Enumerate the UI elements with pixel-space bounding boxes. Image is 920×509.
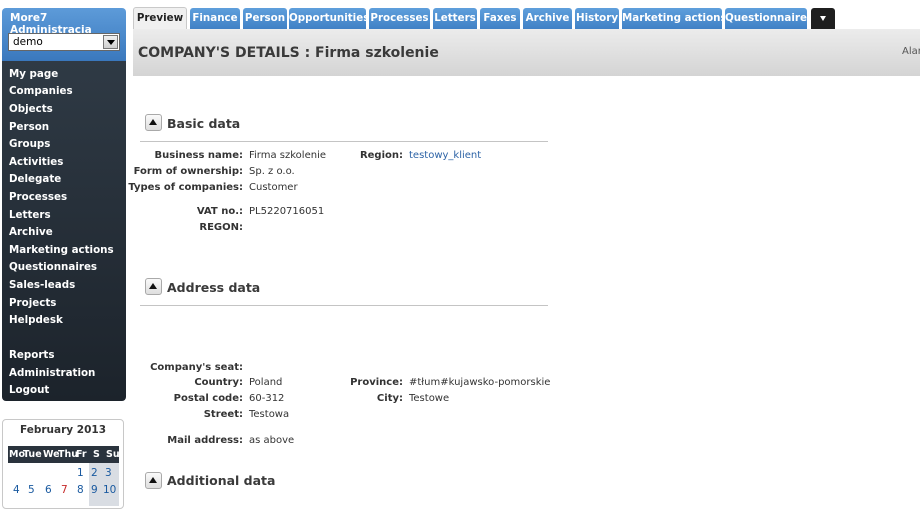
chevron-down-icon (820, 15, 826, 21)
company-types-value: Customer (249, 182, 298, 193)
nav-delegate[interactable]: Delegate (9, 173, 61, 185)
tab-marketing-actions[interactable]: Marketing actions (622, 8, 727, 30)
calendar-day[interactable]: 1 (77, 467, 84, 479)
nav-questionnaires[interactable]: Questionnaires (9, 261, 97, 273)
vat-label: VAT no.: (196, 206, 243, 217)
header-right-text: Alar (902, 46, 920, 57)
nav-reports[interactable]: Reports (9, 349, 55, 361)
nav-marketing-actions[interactable]: Marketing actions (9, 244, 114, 256)
calendar: February 2013 Mo Tue We Thu Fr S Su 1 2 … (2, 419, 124, 509)
sidebar: More7 Administracja demo My page Compani… (0, 0, 128, 509)
company-seat-label: Company's seat: (150, 362, 243, 373)
ownership-value: Sp. z o.o. (249, 166, 295, 177)
weekday-label: Su (106, 449, 120, 460)
nav-my-page[interactable]: My page (9, 68, 58, 80)
tab-letters[interactable]: Letters (433, 8, 477, 30)
tab-bar: Preview Finance Person Opportunities Pro… (133, 7, 920, 30)
nav-companies[interactable]: Companies (9, 85, 73, 97)
additional-data-collapse-toggle[interactable] (145, 472, 162, 489)
chevron-down-icon[interactable] (103, 35, 118, 49)
weekday-label: S (93, 449, 100, 460)
nav-administration[interactable]: Administration (9, 367, 95, 379)
tab-opportunities[interactable]: Opportunities (289, 8, 369, 30)
tab-processes[interactable]: Processes (369, 8, 430, 30)
divider (140, 141, 548, 142)
basic-data-collapse-toggle[interactable] (145, 114, 162, 131)
tab-questionnaires[interactable]: Questionnaires (725, 8, 813, 30)
triangle-up-icon (149, 283, 157, 289)
brand-panel: More7 Administracja demo (2, 8, 126, 61)
page-title: COMPANY'S DETAILS : Firma szkolenie (138, 45, 439, 61)
address-data-title: Address data (167, 280, 261, 295)
nav-objects[interactable]: Objects (9, 103, 53, 115)
ownership-label: Form of ownership: (133, 166, 243, 177)
region-link[interactable]: testowy_klient (409, 150, 481, 161)
regon-label: REGON: (199, 222, 243, 233)
nav-logout[interactable]: Logout (9, 384, 49, 396)
country-label: Country: (194, 377, 243, 388)
basic-data-title: Basic data (167, 116, 241, 131)
region-label: Region: (359, 150, 403, 161)
more-tabs-button[interactable] (811, 8, 835, 30)
street-label: Street: (203, 409, 243, 420)
mail-address-value: as above (249, 435, 295, 446)
company-types-label: Types of companies: (128, 182, 243, 193)
tab-archive[interactable]: Archive (523, 8, 572, 30)
address-data-collapse-toggle[interactable] (145, 278, 162, 295)
calendar-day[interactable]: 3 (105, 467, 112, 479)
nav-activities[interactable]: Activities (9, 156, 63, 168)
calendar-day[interactable]: 5 (28, 484, 35, 496)
calendar-day[interactable]: 9 (91, 484, 98, 496)
province-label: Province: (350, 377, 403, 388)
calendar-title: February 2013 (19, 424, 107, 436)
province-value: #tłum#kujawsko-pomorskie (409, 377, 551, 388)
postal-code-value: 60-312 (249, 393, 285, 404)
nav-archive[interactable]: Archive (9, 226, 53, 238)
nav-person[interactable]: Person (9, 121, 49, 133)
postal-code-label: Postal code: (173, 393, 243, 404)
database-select[interactable]: demo (8, 33, 120, 51)
calendar-day[interactable]: 4 (13, 484, 20, 496)
tab-preview[interactable]: Preview (133, 7, 187, 30)
calendar-day-today[interactable]: 7 (61, 484, 68, 496)
vat-value: PL5220716051 (249, 206, 325, 217)
nav-groups[interactable]: Groups (9, 138, 50, 150)
database-select-value: demo (13, 36, 43, 48)
country-value: Poland (249, 377, 283, 388)
nav-processes[interactable]: Processes (9, 191, 67, 203)
tab-person[interactable]: Person (243, 8, 287, 30)
additional-data-title: Additional data (167, 473, 276, 488)
calendar-weekday-header: Mo Tue We Thu Fr S Su (8, 446, 120, 463)
calendar-day[interactable]: 8 (77, 484, 84, 496)
nav-sales-leads[interactable]: Sales-leads (9, 279, 75, 291)
street-value: Testowa (249, 409, 290, 420)
main-nav: My page Companies Objects Person Groups … (2, 61, 126, 401)
nav-helpdesk[interactable]: Helpdesk (9, 314, 63, 326)
city-value: Testowe (409, 393, 450, 404)
tab-history[interactable]: History (575, 8, 619, 30)
business-name-value: Firma szkolenie (249, 150, 326, 161)
tab-faxes[interactable]: Faxes (480, 8, 520, 30)
city-label: City: (376, 393, 403, 404)
nav-letters[interactable]: Letters (9, 209, 51, 221)
divider (140, 305, 548, 306)
business-name-label: Business name: (154, 150, 243, 161)
triangle-up-icon (149, 119, 157, 125)
nav-projects[interactable]: Projects (9, 297, 56, 309)
tab-finance[interactable]: Finance (190, 8, 240, 30)
mail-address-label: Mail address: (167, 435, 243, 446)
weekday-label: Fr (76, 449, 87, 460)
calendar-day[interactable]: 6 (45, 484, 52, 496)
triangle-up-icon (149, 477, 157, 483)
calendar-day[interactable]: 10 (103, 484, 116, 496)
page-header: COMPANY'S DETAILS : Firma szkolenie Alar (133, 29, 920, 76)
calendar-day[interactable]: 2 (91, 467, 98, 479)
weekday-label: Thu (58, 449, 79, 460)
weekday-label: Tue (23, 449, 42, 460)
